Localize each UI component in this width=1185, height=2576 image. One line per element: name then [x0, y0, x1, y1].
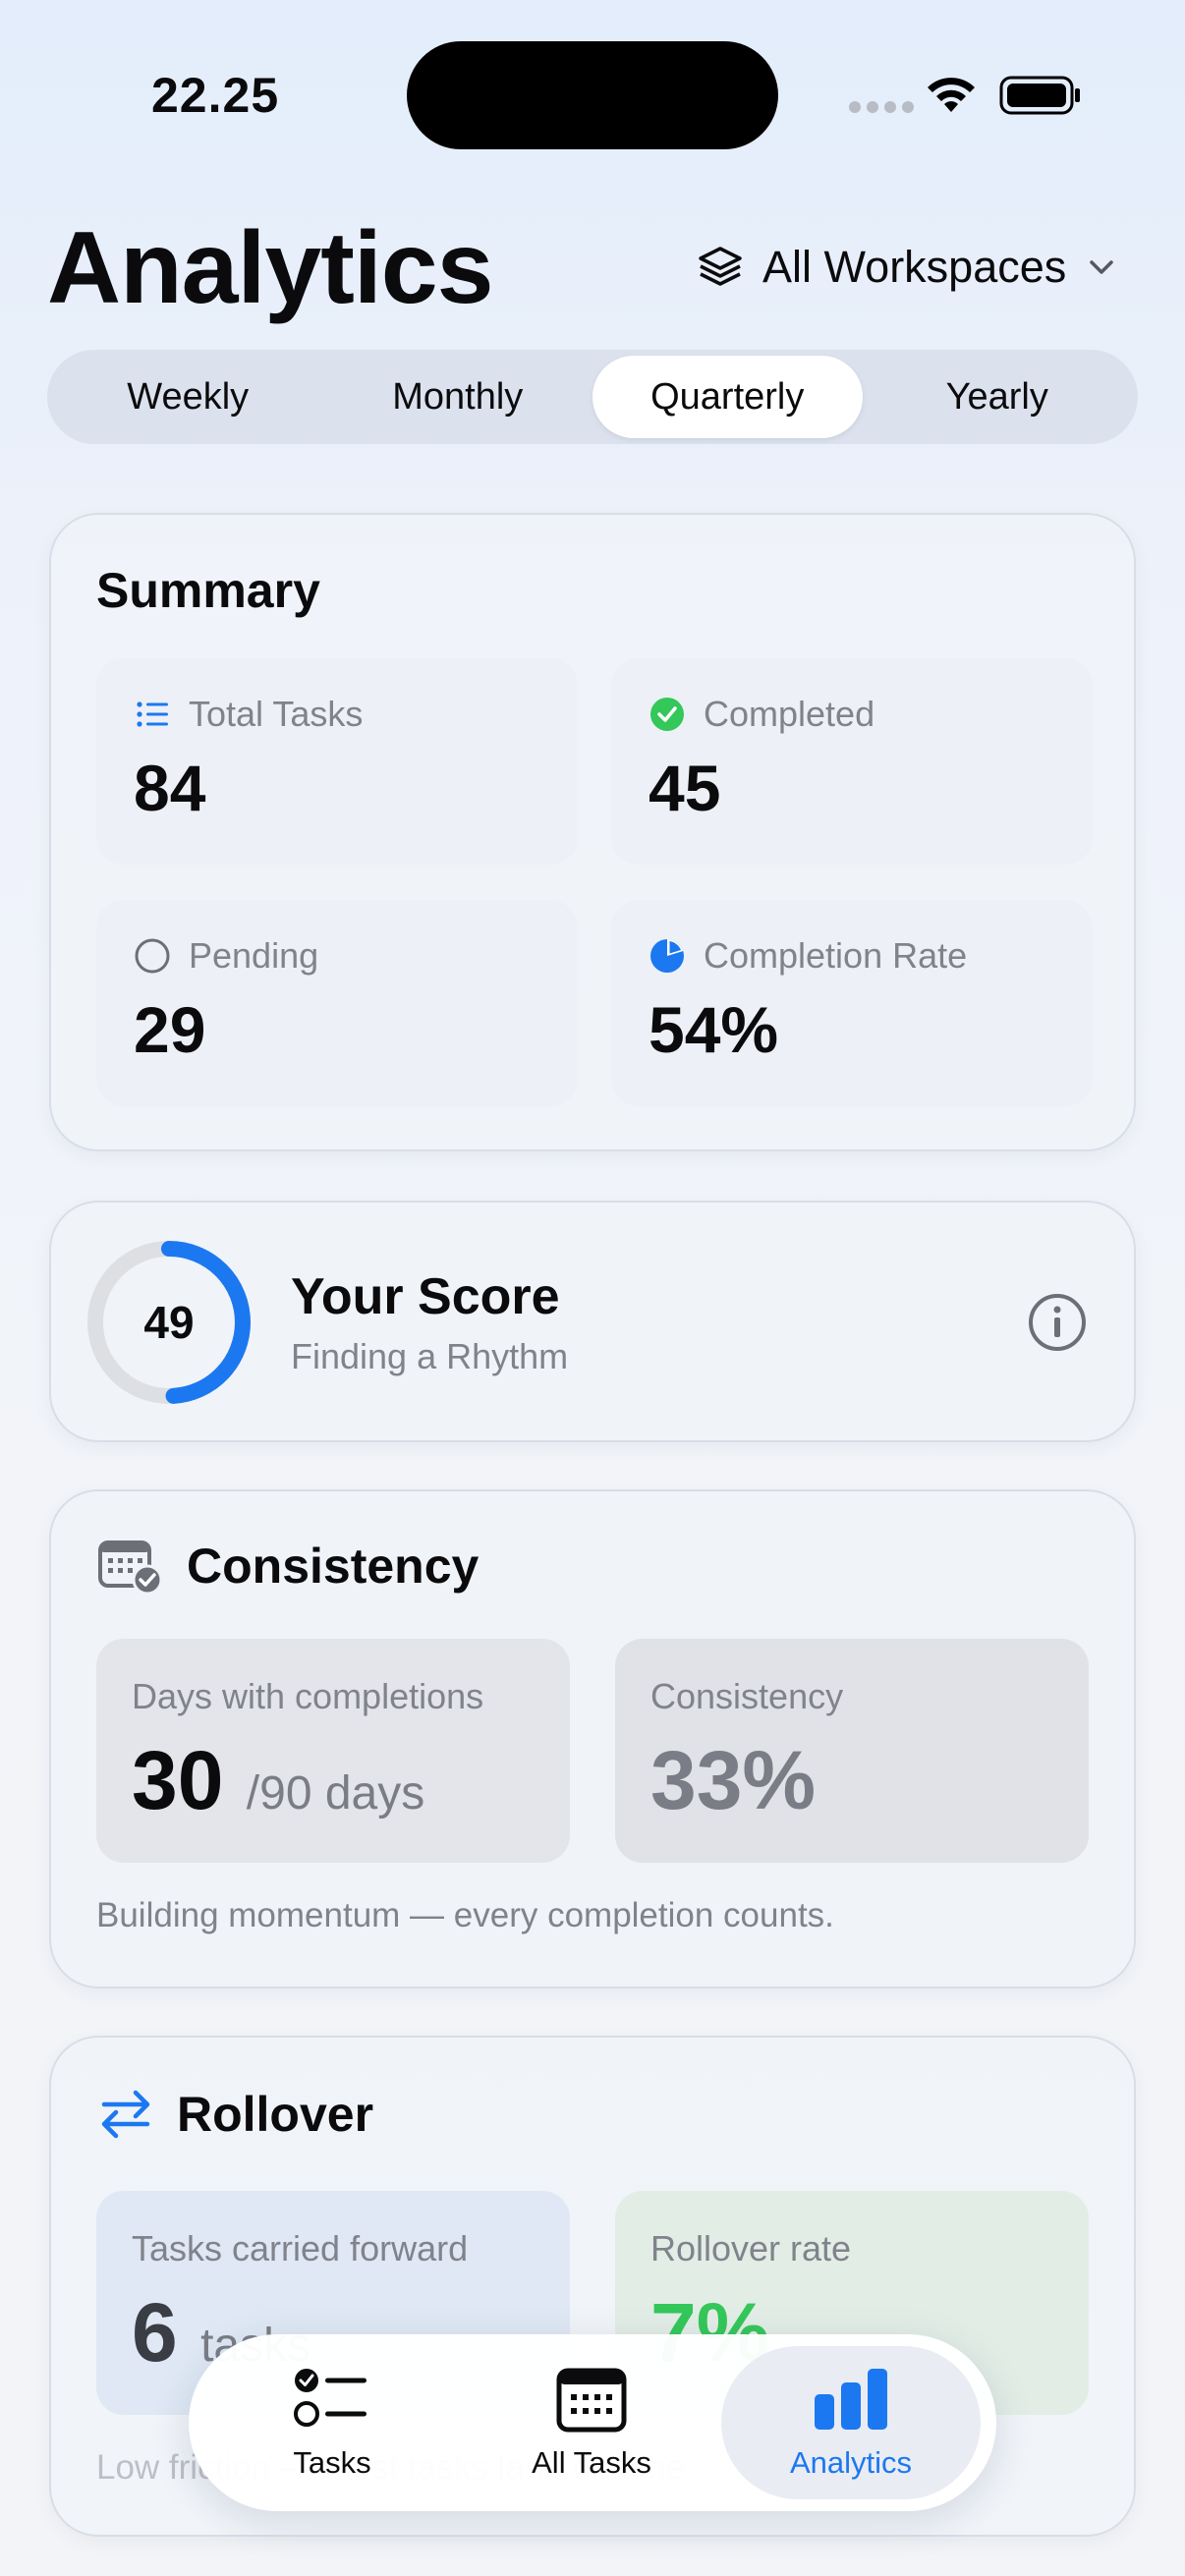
tab-all-tasks[interactable]: All Tasks — [462, 2346, 721, 2499]
arrows-swap-icon — [101, 2090, 150, 2139]
checklist-icon — [294, 2369, 367, 2427]
carried-label: Tasks carried forward — [132, 2228, 469, 2268]
cellular-signal-icon — [849, 101, 914, 113]
days-unit: /90 days — [246, 1767, 425, 1820]
pending-label: Pending — [189, 935, 319, 976]
completion-rate-tile: Completion Rate 54% — [611, 900, 1093, 1106]
check-circle-icon — [650, 698, 684, 731]
dynamic-island — [407, 41, 778, 149]
days-value: 30 — [132, 1734, 224, 1826]
period-segmented-control: Weekly Monthly Quarterly Yearly — [47, 350, 1138, 444]
completion-rate-label: Completion Rate — [704, 935, 968, 976]
status-bar: 22.25 — [0, 0, 1185, 196]
segment-weekly[interactable]: Weekly — [53, 356, 323, 438]
rollover-title: Rollover — [177, 2087, 374, 2142]
days-label: Days with completions — [132, 1676, 484, 1716]
page-title: Analytics — [47, 211, 493, 325]
tab-all-tasks-label: All Tasks — [532, 2445, 651, 2480]
pending-tile: Pending 29 — [96, 900, 578, 1106]
pie-icon — [650, 939, 684, 973]
completed-label: Completed — [704, 694, 875, 734]
consistency-card: Consistency Days with completions 30 /90… — [49, 1489, 1136, 1988]
rollover-rate-label: Rollover rate — [650, 2228, 852, 2268]
days-value-row: 30 /90 days — [132, 1733, 424, 1828]
summary-card: Summary Total Tasks 84 Completed 45 Pend… — [49, 513, 1136, 1151]
consistency-rate-value: 33% — [650, 1734, 817, 1826]
total-tasks-value: 84 — [134, 752, 206, 824]
score-card[interactable]: 49 Your Score Finding a Rhythm — [49, 1201, 1136, 1442]
workspace-label: All Workspaces — [762, 242, 1067, 292]
consistency-rate-tile: Consistency 33% — [615, 1639, 1089, 1863]
completed-tile: Completed 45 — [611, 658, 1093, 865]
segment-quarterly[interactable]: Quarterly — [592, 356, 863, 438]
bar-chart-icon — [815, 2369, 887, 2430]
workspace-picker[interactable]: All Workspaces — [696, 236, 1119, 299]
consistency-title: Consistency — [187, 1539, 480, 1594]
score-title: Your Score — [291, 1268, 560, 1325]
chevron-down-icon — [1090, 260, 1114, 274]
tab-bar: Tasks All Tasks Analytics — [189, 2334, 996, 2511]
score-subtitle: Finding a Rhythm — [291, 1336, 569, 1376]
completed-value: 45 — [649, 752, 721, 824]
consistency-rate-label: Consistency — [650, 1676, 844, 1716]
status-time: 22.25 — [151, 68, 280, 123]
list-icon — [137, 701, 168, 727]
summary-title: Summary — [96, 563, 320, 618]
pending-value: 29 — [134, 993, 206, 1066]
carried-value: 6 — [132, 2286, 178, 2379]
calendar-check-icon — [98, 1540, 163, 1596]
tab-analytics[interactable]: Analytics — [721, 2346, 981, 2499]
calendar-icon — [556, 2368, 627, 2433]
battery-icon — [999, 76, 1080, 115]
segment-monthly[interactable]: Monthly — [323, 356, 593, 438]
empty-circle-icon — [135, 938, 170, 974]
days-with-completions-tile: Days with completions 30 /90 days — [96, 1639, 570, 1863]
layers-icon — [699, 247, 742, 286]
info-icon[interactable] — [1026, 1291, 1089, 1354]
tab-tasks-label: Tasks — [293, 2445, 371, 2480]
wifi-icon — [928, 78, 975, 112]
tab-tasks[interactable]: Tasks — [202, 2346, 462, 2499]
consistency-note: Building momentum — every completion cou… — [96, 1896, 834, 1934]
score-value: 49 — [143, 1297, 195, 1348]
tab-analytics-label: Analytics — [789, 2445, 913, 2480]
completion-rate-value: 54% — [649, 993, 779, 1066]
total-tasks-tile: Total Tasks 84 — [96, 658, 578, 865]
total-tasks-label: Total Tasks — [189, 694, 364, 734]
segment-yearly[interactable]: Yearly — [863, 356, 1133, 438]
